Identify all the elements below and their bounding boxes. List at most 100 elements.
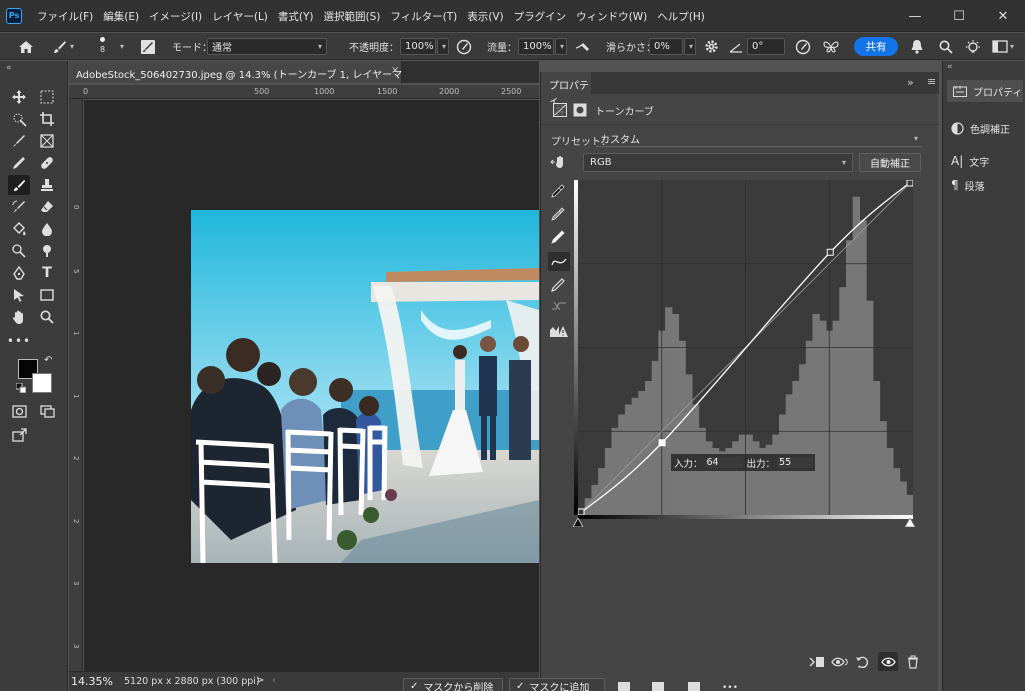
sponge-tool-icon[interactable] (36, 241, 58, 261)
panels-collapse-icon[interactable]: « (947, 62, 953, 72)
screen-mode-icon[interactable] (36, 401, 58, 421)
curve-control-point[interactable] (658, 439, 666, 447)
paint-bucket-tool-icon[interactable] (8, 219, 30, 239)
sample-white-point-icon[interactable] (551, 230, 565, 247)
frame-pen-icon[interactable] (8, 131, 30, 151)
angle-value[interactable]: 0° (747, 38, 785, 55)
menu-type[interactable]: 書式(Y) (273, 9, 319, 24)
mode-select[interactable]: 通常 ▾ (207, 37, 327, 56)
output-value[interactable]: 55 (777, 457, 814, 468)
eyedropper-tool-icon[interactable] (8, 153, 30, 173)
menu-layer[interactable]: レイヤー(L) (207, 9, 273, 24)
panel-properties-button[interactable]: プロパティ (947, 80, 1023, 102)
view-previous-state-icon[interactable] (831, 655, 849, 672)
close-tab-icon[interactable]: × (391, 65, 399, 76)
spot-healing-tool-icon[interactable] (36, 153, 58, 173)
menu-filter[interactable]: フィルター(T) (385, 9, 462, 24)
input-value[interactable]: 64 (704, 457, 743, 468)
trash-icon[interactable] (907, 655, 919, 672)
clip-to-layer-icon[interactable] (809, 655, 825, 672)
history-brush-tool-icon[interactable] (8, 197, 30, 217)
brush-settings-icon[interactable] (140, 37, 156, 56)
opacity-dropdown[interactable]: ▾ (437, 38, 449, 55)
panel-menu-icon[interactable]: ≡ (927, 75, 936, 88)
discover-lightbulb-icon[interactable] (964, 37, 982, 56)
curve-control-point[interactable] (906, 179, 914, 187)
angle-field[interactable]: 0° (747, 37, 785, 56)
menu-edit[interactable]: 編集(E) (98, 9, 144, 24)
mask-action-icon[interactable] (688, 682, 700, 691)
document-tab[interactable]: AdobeStock_506402730.jpeg @ 14.3% (トーンカー… (69, 61, 444, 83)
draw-curve-pencil-icon[interactable] (551, 278, 565, 295)
sample-black-point-icon[interactable] (551, 184, 565, 201)
close-button[interactable]: ✕ (981, 0, 1025, 32)
workspace-switcher-icon[interactable]: ▾ (992, 37, 1014, 56)
status-menu-arrow[interactable]: > (256, 675, 264, 686)
object-selection-tool-icon[interactable] (8, 109, 30, 129)
properties-tab[interactable]: プロパティ (541, 72, 591, 107)
frame-tool-icon[interactable] (36, 131, 58, 151)
brush-size-picker[interactable]: 8 (100, 35, 105, 59)
default-colors-icon[interactable] (15, 382, 27, 396)
panel-character-button[interactable]: A| 文字 (951, 151, 989, 171)
preset-select[interactable]: カスタム ▾ (596, 131, 922, 147)
maximize-button[interactable]: ☐ (937, 0, 981, 32)
brush-tool-preset-icon[interactable]: ▾ (52, 37, 74, 56)
rectangle-tool-icon[interactable] (36, 285, 58, 305)
panel-adjustments-button[interactable]: 色調補正 (951, 118, 1010, 138)
white-point-slider[interactable] (904, 517, 916, 530)
zoom-level[interactable]: 14.35% (71, 675, 113, 688)
curves-adjustment-icon[interactable] (553, 103, 567, 120)
menu-plugins[interactable]: プラグイン (509, 9, 572, 24)
search-icon[interactable] (939, 37, 953, 56)
quick-mask-icon[interactable] (8, 401, 30, 421)
smooth-curve-icon[interactable] (551, 300, 567, 315)
type-tool-icon[interactable]: T (36, 263, 58, 283)
bell-icon[interactable] (910, 37, 924, 56)
brush-size-caret-icon[interactable]: ▾ (118, 37, 124, 56)
more-options-icon[interactable]: ••• (722, 683, 738, 691)
gear-icon[interactable] (704, 37, 719, 56)
visibility-eye-icon[interactable] (878, 652, 898, 671)
layer-mask-icon[interactable] (573, 103, 587, 120)
move-tool-icon[interactable] (8, 87, 30, 107)
edit-points-curve-icon[interactable] (548, 252, 570, 271)
panel-expand-icon[interactable]: » (907, 76, 914, 89)
mask-action-icon[interactable] (652, 682, 664, 691)
canvas-area[interactable] (84, 100, 539, 671)
mask-action-icon[interactable] (618, 682, 630, 691)
reset-icon[interactable] (855, 655, 869, 672)
smoothing-dropdown[interactable]: ▾ (684, 38, 696, 55)
flow-field[interactable]: 100% ▾ (518, 37, 567, 56)
dodge-tool-icon[interactable] (8, 241, 30, 261)
black-point-slider[interactable] (572, 517, 584, 530)
brush-tool-icon[interactable] (8, 175, 30, 195)
menu-help[interactable]: ヘルプ(H) (652, 9, 710, 24)
remove-from-mask-button[interactable]: ✓ マスクから削除 (403, 678, 503, 691)
crop-tool-icon[interactable] (36, 109, 58, 129)
hand-tool-icon[interactable] (8, 307, 30, 327)
share-button[interactable]: 共有 (854, 37, 898, 56)
flow-dropdown[interactable]: ▾ (555, 38, 567, 55)
document-image[interactable] (191, 210, 539, 563)
channel-select[interactable]: RGB ▾ (583, 153, 853, 172)
marquee-tool-icon[interactable] (36, 87, 58, 107)
swap-colors-icon[interactable]: ↶ (44, 355, 52, 366)
panel-paragraph-button[interactable]: ¶ 段落 (951, 175, 985, 195)
menu-image[interactable]: イメージ(I) (144, 9, 207, 24)
path-selection-tool-icon[interactable] (8, 285, 30, 305)
menu-window[interactable]: ウィンドウ(W) (571, 9, 652, 24)
blur-tool-icon[interactable] (36, 219, 58, 239)
zoom-tool-icon[interactable] (36, 307, 58, 327)
pressure-size-icon[interactable] (795, 37, 811, 56)
targeted-adjustment-hand-icon[interactable] (550, 155, 568, 172)
clipping-warning-icon[interactable] (549, 324, 569, 341)
sample-gray-point-icon[interactable] (551, 207, 565, 224)
auto-button[interactable]: 自動補正 (859, 153, 921, 172)
opacity-field[interactable]: 100% ▾ (400, 37, 449, 56)
menu-view[interactable]: 表示(V) (462, 9, 508, 24)
eraser-tool-icon[interactable] (36, 197, 58, 217)
flow-value[interactable]: 100% (518, 38, 554, 55)
curve-control-point[interactable] (826, 248, 834, 256)
more-tools-icon[interactable]: ••• (7, 331, 30, 351)
